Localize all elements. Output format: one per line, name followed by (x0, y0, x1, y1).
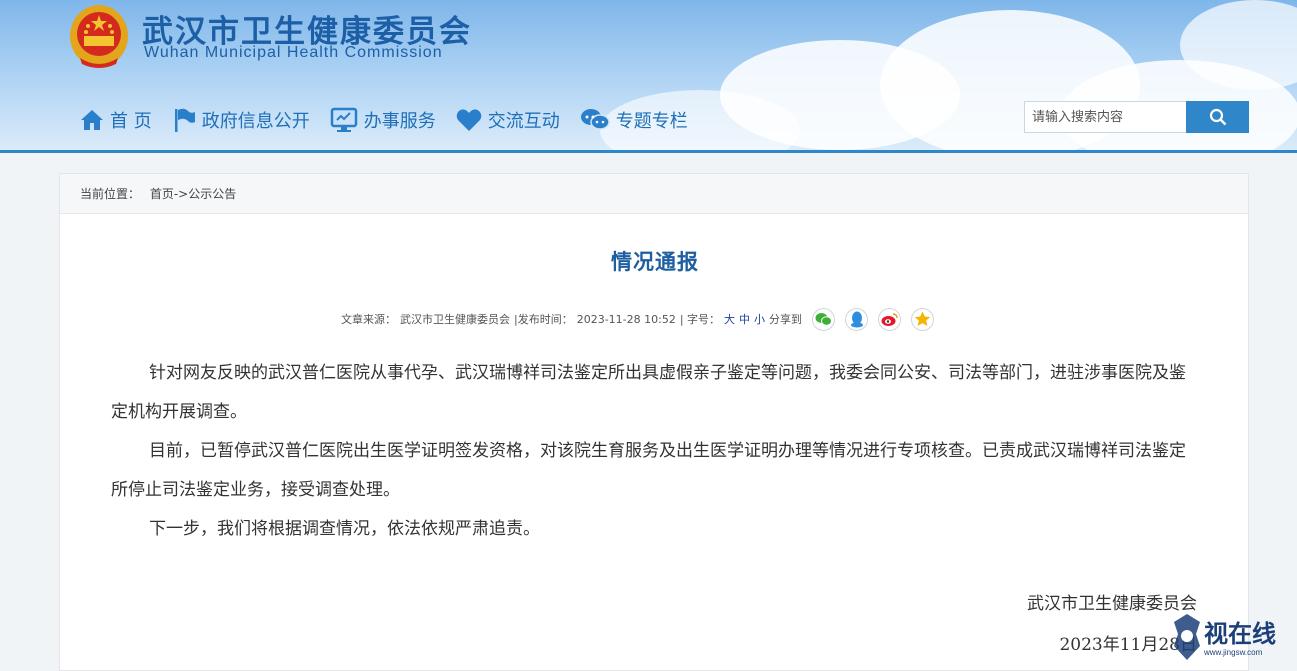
article-paragraph: 下一步，我们将根据调查情况，依法依规严肃追责。 (149, 519, 540, 539)
font-size-label: | 字号： (679, 313, 721, 326)
qq-icon (850, 311, 863, 327)
time-label: |发布时间： (514, 313, 573, 326)
article-meta: 文章来源： 武汉市卫生健康委员会 |发布时间： 2023-11-28 10:52… (341, 307, 938, 331)
search-box (1024, 101, 1249, 133)
search-icon (1209, 108, 1226, 126)
nav-item-services[interactable]: 办事服务 (330, 107, 436, 133)
font-size-large-button[interactable]: 大 (724, 311, 735, 327)
font-size-small-button[interactable]: 小 (754, 311, 765, 327)
publish-time: 2023-11-28 10:52 (576, 312, 676, 326)
monitor-icon (330, 107, 357, 132)
share-qq-button[interactable] (845, 307, 869, 331)
qzone-icon (914, 311, 931, 326)
chat-bubbles-icon (580, 109, 610, 130)
breadcrumb-path[interactable]: 首页->公示公告 (150, 187, 236, 201)
article-paragraph: 目前，已暂停武汉普仁医院出生医学证明签发资格，对该院生育服务及出生医学证明办理等… (111, 441, 1186, 500)
source-label: 文章来源： (341, 313, 396, 326)
breadcrumb: 当前位置： 首页->公示公告 (60, 174, 1248, 214)
header-divider (0, 150, 1297, 153)
nav-item-home[interactable]: 首 页 (80, 107, 152, 133)
home-icon (81, 110, 103, 130)
watermark-logo: 视在线 www.jingsw.com (1170, 610, 1285, 665)
nav-item-label: 专题专栏 (615, 111, 688, 132)
source-value: 武汉市卫生健康委员会 (400, 313, 510, 326)
share-wechat-button[interactable] (812, 307, 836, 331)
article-panel: 当前位置： 首页->公示公告 情况通报 文章来源： 武汉市卫生健康委员会 |发布… (59, 173, 1249, 671)
weibo-icon (881, 312, 898, 326)
watermark-text: 视在线 (1204, 619, 1276, 648)
flag-icon (174, 108, 195, 132)
nav-item-label: 首 页 (110, 111, 152, 132)
nav-item-topics[interactable]: 专题专栏 (580, 107, 688, 133)
site-header: 武汉市卫生健康委员会 Wuhan Municipal Health Commis… (0, 0, 1297, 152)
watermark-url: www.jingsw.com (1204, 648, 1263, 657)
nav-item-gov-info[interactable]: 政府信息公开 (172, 107, 310, 133)
nav-item-label: 办事服务 (363, 111, 436, 132)
national-emblem-logo[interactable] (68, 4, 130, 70)
font-size-medium-button[interactable]: 中 (739, 311, 750, 327)
heart-icon (456, 109, 482, 131)
article-paragraph: 针对网友反映的武汉普仁医院从事代孕、武汉瑞博祥司法鉴定所出具虚假亲子鉴定等问题，… (111, 363, 1186, 422)
article-title: 情况通报 (611, 250, 699, 274)
site-subtitle: Wuhan Municipal Health Commission (144, 44, 443, 61)
breadcrumb-label: 当前位置： (80, 187, 141, 201)
search-input[interactable] (1024, 101, 1186, 133)
nav-item-label: 交流互动 (487, 111, 560, 132)
nav-item-interaction[interactable]: 交流互动 (456, 107, 560, 133)
wechat-icon (815, 312, 833, 326)
share-qzone-button[interactable] (911, 307, 935, 331)
share-label: 分享到 (769, 313, 803, 326)
nav-item-label: 政府信息公开 (201, 111, 310, 132)
article-body: 针对网友反映的武汉普仁医院从事代孕、武汉瑞博祥司法鉴定所出具虚假亲子鉴定等问题，… (111, 354, 1201, 549)
search-button[interactable] (1186, 101, 1249, 133)
share-weibo-button[interactable] (878, 307, 902, 331)
main-nav: 首 页 政府信息公开 办事服务 交流互动 专题专栏 (80, 104, 708, 136)
watermark-emblem-icon (1174, 614, 1200, 660)
